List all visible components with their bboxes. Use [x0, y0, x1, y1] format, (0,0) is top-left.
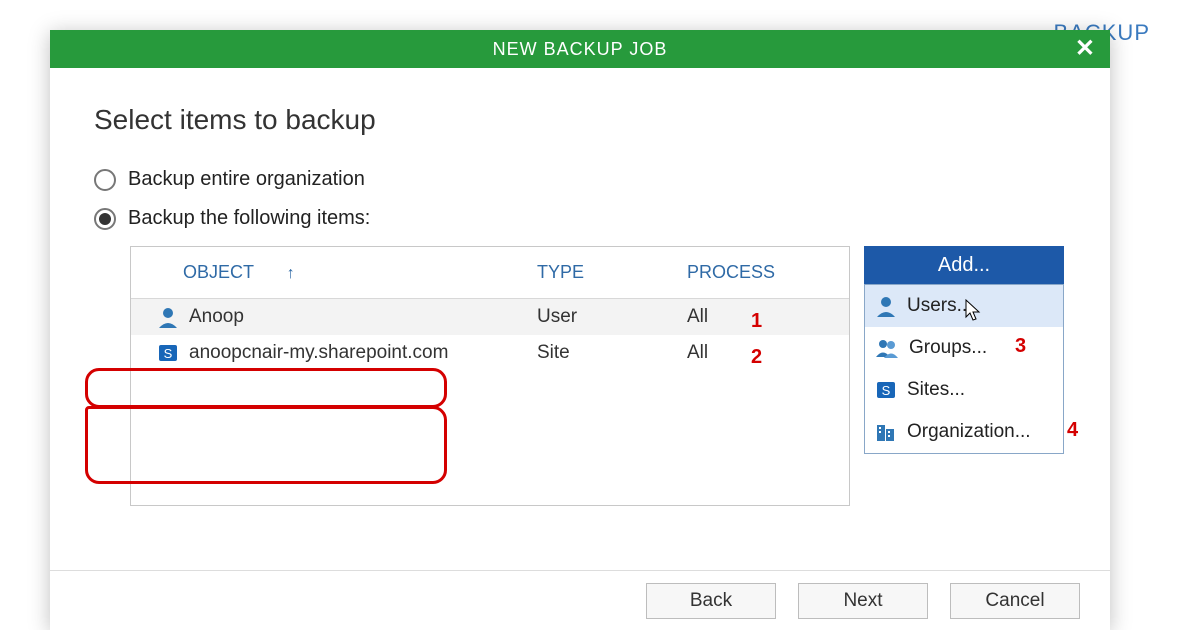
object-cell: Anoop: [131, 306, 511, 328]
col-object[interactable]: OBJECT ↑: [131, 262, 511, 283]
process-cell: All 1: [661, 306, 851, 328]
wizard-footer: Back Next Cancel: [50, 570, 1110, 630]
add-dropdown-menu: Users... Groups... 3: [864, 284, 1064, 454]
menu-label: Groups...: [909, 337, 987, 359]
back-button[interactable]: Back: [646, 583, 776, 619]
annotation-2: 2: [751, 346, 762, 369]
dialog-titlebar: NEW BACKUP JOB ✕: [50, 30, 1110, 68]
svg-text:S: S: [882, 383, 891, 398]
menu-label: Organization...: [907, 421, 1031, 443]
add-button[interactable]: Add...: [864, 246, 1064, 284]
object-name: Anoop: [189, 306, 244, 328]
user-icon: [157, 306, 179, 328]
menu-label: Sites...: [907, 379, 965, 401]
cancel-button[interactable]: Cancel: [950, 583, 1080, 619]
new-backup-job-dialog: NEW BACKUP JOB ✕ Select items to backup …: [50, 30, 1110, 630]
page-heading: Select items to backup: [94, 104, 1066, 136]
radio-icon: [94, 169, 116, 191]
radio-backup-entire[interactable]: Backup entire organization: [94, 168, 1066, 191]
radio-backup-following[interactable]: Backup the following items:: [94, 207, 1066, 230]
organization-icon: [875, 421, 897, 443]
object-cell: S anoopcnair-my.sharepoint.com: [131, 342, 511, 364]
object-name: anoopcnair-my.sharepoint.com: [189, 342, 448, 364]
process-value: All: [687, 306, 708, 327]
process-cell: All 2: [661, 342, 851, 364]
side-panel: Add... Users...: [864, 246, 1064, 506]
menu-item-organization[interactable]: Organization... 4: [865, 411, 1063, 453]
menu-label: Users...: [907, 295, 972, 317]
sharepoint-site-icon: S: [875, 379, 897, 401]
next-button[interactable]: Next: [798, 583, 928, 619]
items-area: OBJECT ↑ TYPE PROCESS Anoop: [130, 246, 1066, 506]
dialog-content: Select items to backup Backup entire org…: [50, 68, 1110, 570]
menu-item-sites[interactable]: S Sites...: [865, 369, 1063, 411]
table-row[interactable]: S anoopcnair-my.sharepoint.com Site All …: [131, 335, 849, 371]
sort-asc-icon: ↑: [261, 265, 295, 282]
dialog-title: NEW BACKUP JOB: [493, 39, 668, 60]
close-icon[interactable]: ✕: [1075, 34, 1096, 63]
annotation-1: 1: [751, 310, 762, 333]
items-grid[interactable]: OBJECT ↑ TYPE PROCESS Anoop: [130, 246, 850, 506]
process-value: All: [687, 342, 708, 363]
type-cell: User: [511, 306, 661, 328]
annotation-3: 3: [1015, 335, 1026, 358]
col-process[interactable]: PROCESS: [661, 262, 851, 283]
user-icon: [875, 295, 897, 317]
radio-icon: [94, 208, 116, 230]
type-cell: Site: [511, 342, 661, 364]
table-row[interactable]: Anoop User All 1: [131, 299, 849, 335]
menu-item-users[interactable]: Users...: [865, 285, 1063, 327]
radio-label: Backup entire organization: [128, 168, 365, 191]
annotation-4: 4: [1067, 419, 1078, 442]
col-type[interactable]: TYPE: [511, 262, 661, 283]
radio-label: Backup the following items:: [128, 207, 370, 230]
svg-text:S: S: [164, 346, 173, 361]
sharepoint-site-icon: S: [157, 342, 179, 364]
group-icon: [875, 337, 899, 359]
grid-header[interactable]: OBJECT ↑ TYPE PROCESS: [131, 247, 849, 299]
menu-item-groups[interactable]: Groups... 3: [865, 327, 1063, 369]
col-object-label: OBJECT: [157, 262, 254, 282]
